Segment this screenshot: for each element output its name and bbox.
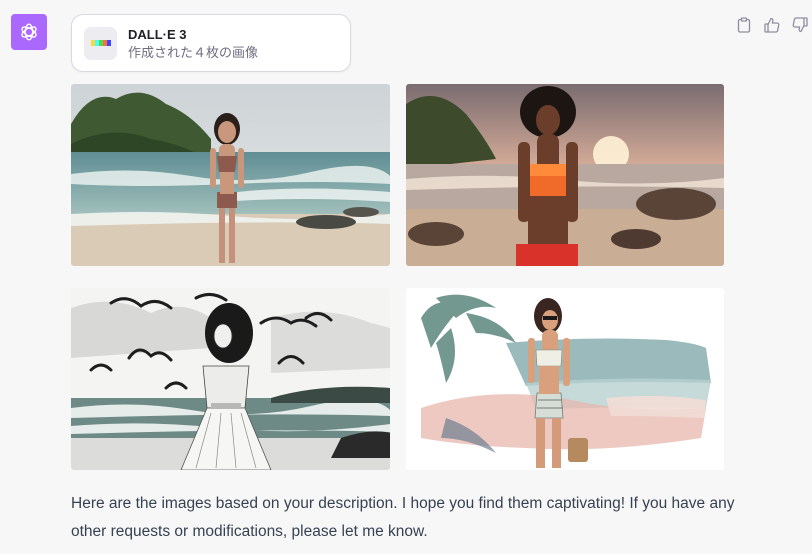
assistant-message-text: Here are the images based on your descri…: [71, 495, 735, 540]
thumbs-down-button[interactable]: [792, 16, 808, 34]
clipboard-icon: [737, 17, 751, 33]
generated-image-2[interactable]: [406, 84, 724, 266]
generated-image-3[interactable]: [71, 288, 390, 470]
generated-image-4[interactable]: [406, 288, 724, 470]
dalle-card-text: DALL·E 3 作成された４枚の画像: [128, 26, 258, 61]
thumbs-down-icon: [792, 17, 808, 33]
copy-button[interactable]: [736, 16, 752, 34]
generated-image-1[interactable]: [71, 84, 390, 266]
openai-logo-icon: [21, 23, 37, 41]
dalle-palette-icon: [84, 26, 117, 60]
dalle-card-title: DALL·E 3: [128, 26, 187, 42]
assistant-avatar: [11, 14, 47, 50]
message-actions: [736, 16, 808, 34]
dalle-card-subtitle: 作成された４枚の画像: [128, 44, 259, 60]
dalle-tool-card[interactable]: DALL·E 3 作成された４枚の画像: [71, 14, 351, 72]
thumbs-up-icon: [764, 17, 780, 33]
thumbs-up-button[interactable]: [764, 16, 780, 34]
